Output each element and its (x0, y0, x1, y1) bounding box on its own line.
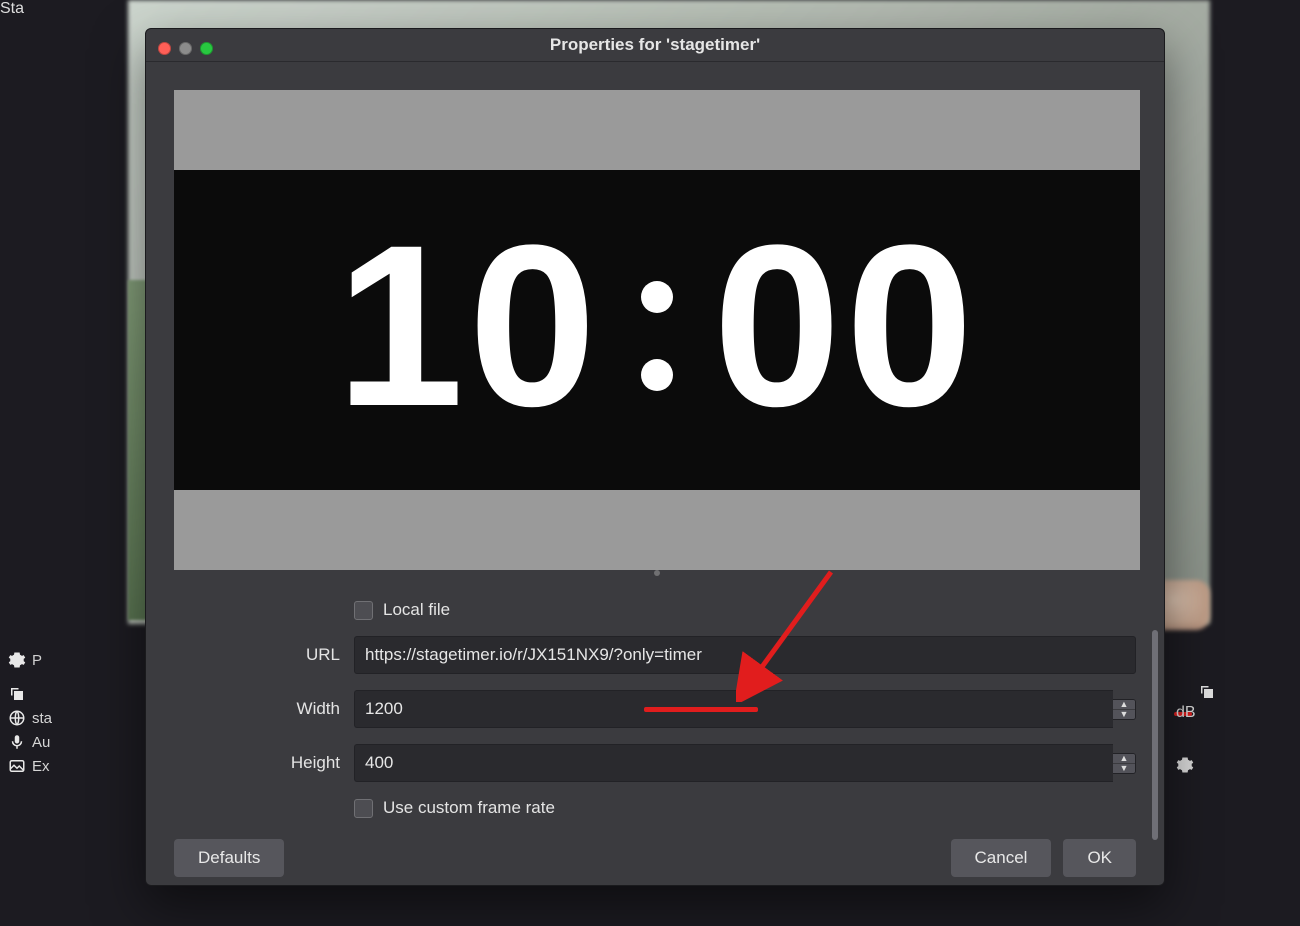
sources-header[interactable]: P (0, 648, 160, 672)
cancel-button[interactable]: Cancel (951, 839, 1052, 877)
window-title: Properties for 'stagetimer' (550, 35, 760, 55)
dialog-body: 10 00 Local file URL (146, 62, 1164, 830)
width-label: Width (174, 699, 354, 719)
width-stepper: ▲ ▼ (1113, 699, 1136, 720)
local-file-row[interactable]: Local file (354, 600, 1136, 620)
timer-seconds: 00 (713, 211, 978, 441)
gear-icon (8, 651, 26, 669)
height-input[interactable] (354, 744, 1113, 782)
ok-button[interactable]: OK (1063, 839, 1136, 877)
window-close-button[interactable] (158, 42, 171, 55)
custom-framerate-checkbox[interactable] (354, 799, 373, 818)
clip-icon (8, 685, 26, 703)
height-step-down[interactable]: ▼ (1113, 764, 1135, 773)
custom-framerate-row[interactable]: Use custom frame rate (354, 798, 1136, 818)
sources-panel: P sta Au Ex (0, 620, 160, 778)
window-minimize-button[interactable] (179, 42, 192, 55)
globe-icon (8, 709, 26, 727)
source-item-image[interactable]: Ex (0, 754, 160, 778)
properties-form: Local file URL Width ▲ ▼ Height ▲ ▼ (174, 600, 1136, 818)
splitter-handle-icon[interactable] (654, 570, 660, 576)
db-label: dB (1176, 704, 1196, 722)
window-zoom-button[interactable] (200, 42, 213, 55)
source-preview: 10 00 (174, 90, 1140, 570)
mixer-gear-row[interactable] (1170, 752, 1300, 783)
custom-framerate-label: Use custom frame rate (383, 798, 555, 818)
defaults-button[interactable]: Defaults (174, 839, 284, 877)
mixer-panel: dB (1170, 700, 1300, 783)
local-file-label: Local file (383, 600, 450, 620)
titlebar: Properties for 'stagetimer' (146, 29, 1164, 62)
scrollbar-thumb[interactable] (1152, 630, 1158, 840)
url-label: URL (174, 645, 354, 665)
image-icon (8, 757, 26, 775)
height-row: ▲ ▼ (354, 744, 1136, 782)
start-button-label: Sta (0, 0, 24, 17)
url-row (354, 636, 1136, 674)
timer-minutes: 10 (336, 211, 601, 441)
source-item-label: Ex (32, 758, 50, 775)
source-item-label: Au (32, 734, 50, 751)
height-stepper: ▲ ▼ (1113, 753, 1136, 774)
timer-preview-surface: 10 00 (174, 170, 1140, 490)
height-label: Height (174, 753, 354, 773)
clip-row[interactable] (0, 682, 160, 706)
dialog-footer: Defaults Cancel OK (146, 830, 1164, 885)
width-step-down[interactable]: ▼ (1113, 710, 1135, 719)
source-item-stagetimer[interactable]: sta (0, 706, 160, 730)
db-label-row: dB (1170, 700, 1300, 726)
source-item-audio[interactable]: Au (0, 730, 160, 754)
mic-icon (8, 733, 26, 751)
url-input[interactable] (354, 636, 1136, 674)
properties-dialog: Properties for 'stagetimer' 10 00 (145, 28, 1165, 886)
timer-colon-icon (641, 281, 673, 391)
width-input[interactable] (354, 690, 1113, 728)
sources-header-label: P (32, 652, 42, 669)
timer-display: 10 00 (336, 215, 978, 445)
gear-icon (1176, 756, 1194, 779)
width-row: ▲ ▼ (354, 690, 1136, 728)
source-item-label: sta (32, 710, 52, 727)
local-file-checkbox[interactable] (354, 601, 373, 620)
window-controls (158, 42, 213, 55)
